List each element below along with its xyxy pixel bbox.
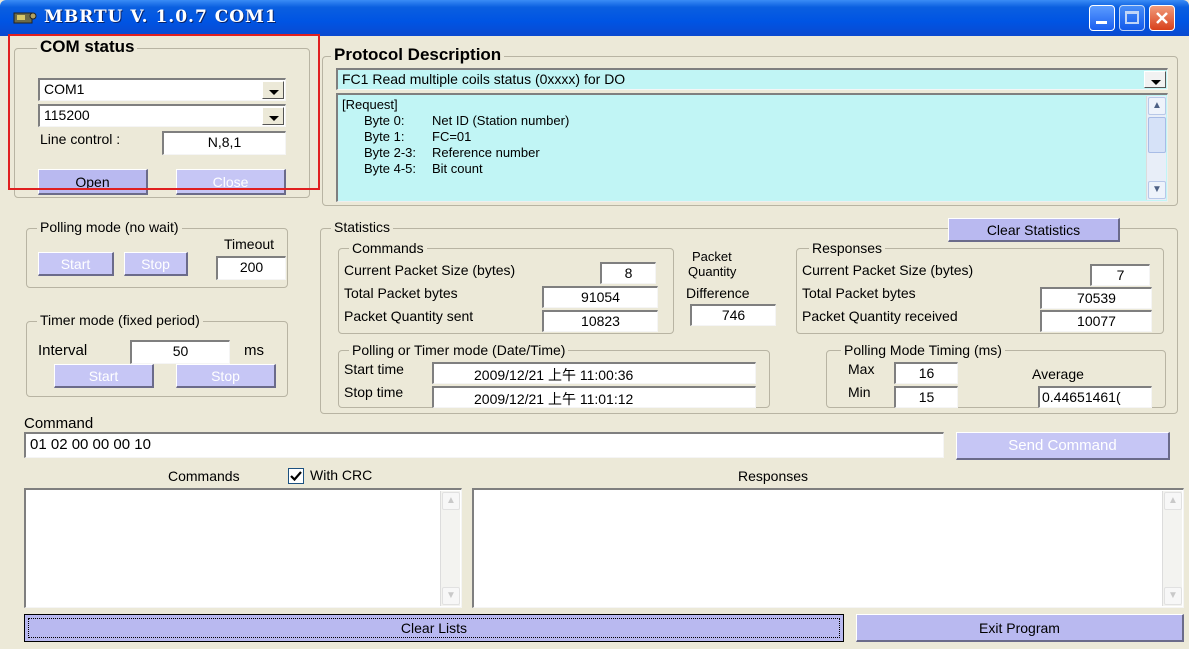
average-label: Average (1032, 366, 1084, 382)
interval-unit-label: ms (244, 342, 264, 359)
max-field: 16 (894, 362, 958, 384)
function-code-value: FC1 Read multiple coils status (0xxxx) f… (342, 71, 626, 87)
timer-stop-button[interactable]: Stop (176, 364, 276, 388)
crc-label: With CRC (310, 467, 373, 483)
description-line: [Request] (342, 97, 1163, 113)
minimize-icon[interactable] (1089, 5, 1115, 31)
start-time-label: Start time (344, 361, 404, 377)
description-line: Byte 4-5: Bit count (342, 161, 1163, 177)
scroll-thumb[interactable] (1148, 117, 1166, 153)
chevron-up-icon[interactable]: ▲ (1164, 492, 1182, 510)
responses-list-scrollbar[interactable]: ▲ ▼ (1162, 491, 1182, 606)
max-label: Max (848, 361, 875, 377)
stop-time-label: Stop time (344, 384, 404, 400)
title-bar[interactable]: MBRTU V. 1.0.7 COM1 (0, 0, 1189, 36)
chevron-up-icon[interactable]: ▲ (442, 492, 460, 510)
resp-total-label: Total Packet bytes (802, 285, 916, 301)
interval-field[interactable]: 50 (130, 340, 230, 364)
timer-start-button[interactable]: Start (54, 364, 154, 388)
average-field: 0.44651461( (1038, 386, 1152, 408)
chevron-down-icon[interactable] (1144, 71, 1166, 88)
min-label: Min (848, 384, 871, 400)
resp-size-field: 7 (1090, 264, 1150, 286)
description-field-label: Byte 2-3: (364, 145, 417, 160)
com-status-highlight (8, 34, 320, 190)
protocol-legend: Protocol Description (331, 45, 505, 65)
main-window: MBRTU V. 1.0.7 COM1 COM status COM1 1152… (0, 0, 1189, 649)
chevron-down-icon[interactable]: ▼ (442, 587, 460, 605)
cmd-size-label: Current Packet Size (bytes) (344, 262, 516, 278)
clear-statistics-button[interactable]: Clear Statistics (948, 218, 1120, 242)
responses-stats-legend: Responses (809, 240, 886, 256)
interval-label: Interval (38, 342, 88, 359)
polling-start-button[interactable]: Start (38, 252, 114, 276)
timeout-label: Timeout (224, 236, 275, 252)
cmd-size-field: 8 (600, 262, 656, 284)
description-field-label: [Request] (342, 97, 398, 112)
cmd-total-field: 91054 (542, 286, 658, 308)
description-field-label: Byte 1: (364, 129, 405, 144)
clear-lists-button[interactable]: Clear Lists (24, 614, 844, 642)
chevron-down-icon[interactable]: ▼ (1164, 587, 1182, 605)
command-input[interactable]: 01 02 00 00 00 10 (24, 432, 944, 458)
close-icon[interactable] (1149, 5, 1175, 31)
commands-list-label: Commands (168, 468, 240, 484)
description-line: Byte 0: Net ID (Station number) (342, 113, 1163, 129)
difference-label-line3: Difference (686, 285, 750, 301)
description-field-label: Byte 0: (364, 113, 405, 128)
exit-program-button[interactable]: Exit Program (856, 614, 1184, 642)
chevron-down-icon[interactable]: ▼ (1148, 181, 1166, 199)
stop-time-field: 2009/12/21 上午 11:01:12 (432, 386, 756, 408)
min-field: 15 (894, 386, 958, 408)
commands-stats-legend: Commands (349, 240, 427, 256)
description-field-value: Bit count (432, 161, 483, 176)
resp-size-label: Current Packet Size (bytes) (802, 262, 974, 278)
check-icon (290, 471, 302, 482)
description-line: Byte 1: FC=01 (342, 129, 1163, 145)
timer-mode-legend: Timer mode (fixed period) (37, 312, 203, 328)
description-field-value: FC=01 (432, 129, 472, 144)
commands-list[interactable]: ▲ ▼ (24, 488, 462, 608)
cmd-qty-label: Packet Quantity sent (344, 308, 474, 324)
datetime-legend: Polling or Timer mode (Date/Time) (349, 342, 569, 358)
close-x-glyph (1156, 12, 1168, 24)
commands-list-scrollbar[interactable]: ▲ ▼ (440, 491, 460, 606)
description-line: Byte 2-3: Reference number (342, 145, 1163, 161)
maximize-icon[interactable] (1119, 5, 1145, 31)
responses-list[interactable]: ▲ ▼ (472, 488, 1184, 608)
timing-legend: Polling Mode Timing (ms) (841, 342, 1005, 358)
resp-qty-field: 10077 (1040, 310, 1152, 332)
difference-label-line2: Quantity (688, 264, 737, 279)
cmd-total-label: Total Packet bytes (344, 285, 458, 301)
cmd-qty-field: 10823 (542, 310, 658, 332)
description-field-value: Reference number (432, 145, 540, 160)
difference-label-line1: Packet (692, 249, 732, 264)
protocol-description-box[interactable]: [Request] Byte 0: Net ID (Station number) B… (336, 93, 1168, 202)
command-label: Command (24, 415, 94, 432)
app-icon (13, 12, 37, 24)
send-command-button[interactable]: Send Command (956, 432, 1170, 460)
difference-field: 746 (690, 304, 776, 326)
function-code-select[interactable]: FC1 Read multiple coils status (0xxxx) f… (336, 68, 1168, 90)
polling-mode-legend: Polling mode (no wait) (37, 219, 182, 235)
description-lines: [Request] Byte 0: Net ID (Station number) B… (342, 97, 1163, 177)
polling-stop-button[interactable]: Stop (124, 252, 188, 276)
description-field-label: Byte 4-5: (364, 161, 417, 176)
start-time-field: 2009/12/21 上午 11:00:36 (432, 362, 756, 384)
statistics-legend: Statistics (331, 219, 394, 235)
chevron-up-icon[interactable]: ▲ (1148, 97, 1166, 115)
resp-qty-label: Packet Quantity received (802, 308, 958, 324)
resp-total-field: 70539 (1040, 287, 1152, 309)
window-title: MBRTU V. 1.0.7 COM1 (44, 7, 278, 27)
responses-list-label: Responses (738, 468, 809, 484)
timeout-field[interactable]: 200 (216, 256, 286, 280)
crc-checkbox[interactable] (288, 468, 304, 484)
description-field-value: Net ID (Station number) (432, 113, 570, 128)
description-scrollbar[interactable]: ▲ ▼ (1146, 96, 1166, 200)
